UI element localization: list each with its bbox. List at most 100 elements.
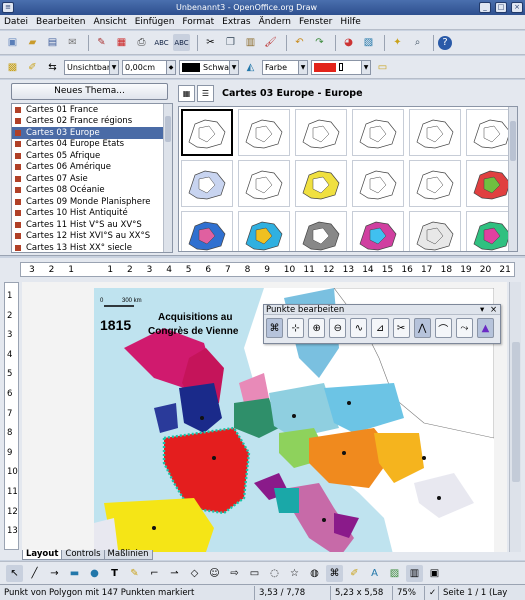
new-theme-button[interactable]: Neues Thema... [11, 83, 168, 100]
arrow-style-icon[interactable]: ⇆ [44, 59, 61, 76]
theme-list-item[interactable]: Cartes 11 Hist V°S au XV°S [12, 219, 172, 231]
points-icon[interactable]: ⌘ [266, 318, 284, 338]
gallery-thumbnail[interactable] [181, 160, 233, 207]
navigator-icon[interactable]: ✦ [389, 34, 406, 51]
open-folder-icon[interactable]: ▰ [24, 34, 41, 51]
theme-list-item[interactable]: Cartes 07 Asie [12, 173, 172, 185]
menu-aendern[interactable]: Ändern [255, 17, 295, 27]
format-paintbrush-icon[interactable]: 🖌 [262, 34, 279, 51]
area-style-select[interactable]: Farbe ▼ [262, 59, 308, 75]
symbol-shapes-icon[interactable]: ☺ [206, 565, 223, 582]
close-icon[interactable]: × [511, 2, 523, 13]
gallery-thumbnail[interactable] [238, 211, 290, 251]
panel-menu-icon[interactable]: ▾ [480, 305, 490, 315]
ellipse-icon[interactable]: ● [86, 565, 103, 582]
menu-ansicht[interactable]: Ansicht [89, 17, 130, 27]
gallery-thumbnail[interactable] [352, 211, 404, 251]
flowchart-icon[interactable]: ▭ [246, 565, 263, 582]
gallery-thumbnail[interactable] [409, 109, 461, 156]
lines-arrows-icon[interactable]: ⇀ [166, 565, 183, 582]
move-points-icon[interactable]: ⊹ [287, 318, 305, 338]
export-pdf-icon[interactable]: ▦ [113, 34, 130, 51]
menu-extras[interactable]: Extras [218, 17, 254, 27]
edit-file-icon[interactable]: ✎ [93, 34, 110, 51]
area-icon[interactable]: ◭ [242, 59, 259, 76]
corner-point-icon[interactable]: ⋀ [413, 318, 431, 338]
line-arrow-icon[interactable]: → [46, 565, 63, 582]
cut-icon[interactable]: ✂ [202, 34, 219, 51]
3d-objects-icon[interactable]: ◍ [306, 565, 323, 582]
autospellcheck-icon[interactable]: ABC [173, 34, 190, 51]
line-width-field[interactable]: 0,00cm ◆ [122, 59, 176, 75]
close-bezier-icon[interactable]: ⊿ [371, 318, 389, 338]
gallery-thumbnail[interactable] [295, 109, 347, 156]
save-icon[interactable]: ▤ [44, 34, 61, 51]
gallery-thumbnail[interactable] [295, 211, 347, 251]
draw-functions-icon[interactable]: ▧ [360, 34, 377, 51]
convert-to-curve-icon[interactable]: ∿ [350, 318, 368, 338]
extrusion-icon[interactable]: ▣ [426, 565, 443, 582]
theme-list-item[interactable]: Cartes 10 Hist Antiquité [12, 208, 172, 220]
gallery-scrollbar[interactable] [508, 107, 517, 251]
rectangle-icon[interactable]: ▬ [66, 565, 83, 582]
curve-icon[interactable]: ✎ [126, 565, 143, 582]
tab-masslinien[interactable]: Maßlinien [103, 550, 153, 560]
theme-list-item[interactable]: Cartes 03 Europe [12, 127, 172, 139]
paste-icon[interactable]: ▥ [242, 34, 259, 51]
fontwork-icon[interactable]: A [366, 565, 383, 582]
split-curve-icon[interactable]: ✂ [392, 318, 410, 338]
theme-list-item[interactable]: Cartes 04 Europe Etats [12, 139, 172, 151]
gallery-thumbnail[interactable] [181, 109, 233, 156]
window-menu-icon[interactable]: ≡ [2, 2, 14, 13]
help-icon[interactable]: ? [438, 35, 452, 50]
stars-icon[interactable]: ☆ [286, 565, 303, 582]
undo-icon[interactable]: ↶ [291, 34, 308, 51]
panel-close-icon[interactable]: × [490, 305, 500, 315]
scrollbar-thumb[interactable] [165, 116, 171, 142]
menu-einfuegen[interactable]: Einfügen [131, 17, 179, 27]
delete-points-icon[interactable]: ⊖ [329, 318, 347, 338]
theme-list-item[interactable]: Cartes 05 Afrique [12, 150, 172, 162]
connector-icon[interactable]: ⌐ [146, 565, 163, 582]
symmetric-transition-icon[interactable]: ⤳ [455, 318, 473, 338]
select-arrow-icon[interactable]: ↖ [6, 564, 23, 582]
insert-points-icon[interactable]: ⊕ [308, 318, 326, 338]
gallery-thumbnail[interactable] [352, 109, 404, 156]
scrollbar-thumb[interactable] [512, 342, 520, 482]
spellcheck-icon[interactable]: ABC [153, 34, 170, 51]
theme-list-item[interactable]: Cartes 06 Amérique [12, 162, 172, 174]
theme-list-item[interactable]: Cartes 08 Océanie [12, 185, 172, 197]
menu-bearbeiten[interactable]: Bearbeiten [32, 17, 89, 27]
smooth-transition-icon[interactable]: ⌒ [434, 318, 452, 338]
scrollbar-thumb[interactable] [510, 121, 516, 161]
redo-icon[interactable]: ↷ [311, 34, 328, 51]
theme-list-item[interactable]: Cartes 02 France régions [12, 116, 172, 128]
theme-list-item[interactable]: Cartes 12 Hist XVI°S au XX°S [12, 231, 172, 243]
status-zoom[interactable]: 75% [393, 585, 425, 600]
gallery-thumbnail[interactable] [181, 211, 233, 251]
icon-view-button[interactable]: ▦ [178, 84, 195, 102]
tab-layout[interactable]: Layout [22, 550, 63, 560]
theme-list-item[interactable]: Cartes 13 Hist XX° siecle [12, 242, 172, 252]
theme-list-item[interactable]: Cartes 01 France [12, 104, 172, 116]
gallery-thumbnail[interactable] [409, 211, 461, 251]
gallery-thumbnail[interactable] [238, 109, 290, 156]
copy-icon[interactable]: ❐ [222, 34, 239, 51]
menu-hilfe[interactable]: Hilfe [336, 17, 364, 27]
line-tool-icon[interactable]: ╱ [26, 565, 43, 582]
style-icon[interactable]: ▩ [4, 59, 21, 76]
new-document-icon[interactable]: ▣ [4, 34, 21, 51]
block-arrows-icon[interactable]: ⇨ [226, 565, 243, 582]
zoom-icon[interactable]: ⌕ [409, 34, 426, 51]
email-icon[interactable]: ✉ [64, 34, 81, 51]
text-icon[interactable]: T [106, 565, 123, 582]
line-icon[interactable]: ✐ [24, 59, 41, 76]
tab-controls[interactable]: Controls [61, 550, 105, 560]
menu-format[interactable]: Format [178, 17, 218, 27]
eliminate-points-icon[interactable]: ▲ [476, 318, 495, 338]
gallery-thumbnail[interactable] [409, 160, 461, 207]
glue-points-icon[interactable]: ✐ [346, 565, 363, 582]
line-color-select[interactable]: Schwar ▼ [179, 59, 239, 75]
print-icon[interactable]: ⎙ [133, 34, 150, 51]
gallery-thumbnail[interactable] [238, 160, 290, 207]
